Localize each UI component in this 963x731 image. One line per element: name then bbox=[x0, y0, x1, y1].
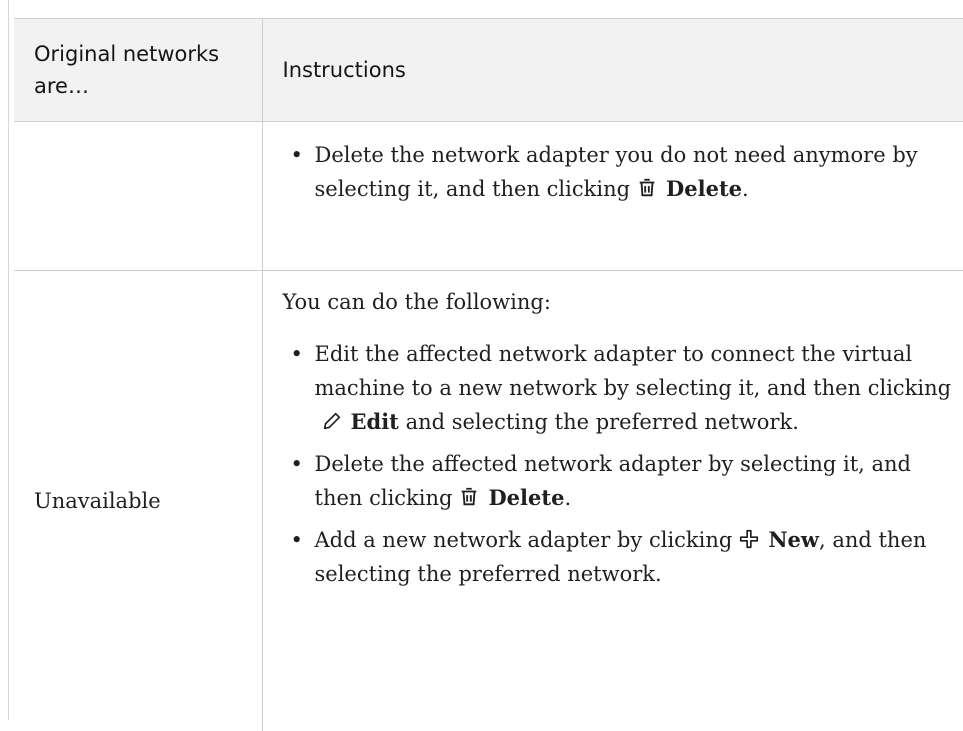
row1-instructions-cell: Delete the network adapter you do not ne… bbox=[262, 122, 963, 271]
trash-icon bbox=[636, 177, 658, 199]
list-item: Delete the network adapter you do not ne… bbox=[283, 138, 963, 206]
bullet-text: Delete the network adapter you do not ne… bbox=[315, 143, 918, 201]
instructions-table: Original networks are… Instructions Dele… bbox=[14, 18, 963, 731]
plus-icon bbox=[738, 528, 760, 550]
bullet-text-after: . bbox=[564, 486, 571, 510]
table-row: Delete the network adapter you do not ne… bbox=[14, 122, 963, 271]
row2-lead-text: You can do the following: bbox=[283, 285, 963, 319]
table-row: Unavailable You can do the following: Ed… bbox=[14, 271, 963, 731]
delete-label: Delete bbox=[666, 176, 742, 201]
list-item: Delete the affected network adapter by s… bbox=[283, 447, 963, 515]
edit-label: Edit bbox=[351, 409, 399, 434]
bullet-text: Edit the affected network adapter to con… bbox=[315, 342, 952, 400]
row2-instructions-cell: You can do the following: Edit the affec… bbox=[262, 271, 963, 731]
row1-status-cell bbox=[14, 122, 262, 271]
trash-icon bbox=[458, 486, 480, 508]
list-item: Edit the affected network adapter to con… bbox=[283, 337, 963, 439]
row1-bullet-list: Delete the network adapter you do not ne… bbox=[283, 138, 963, 206]
bullet-text: Delete the affected network adapter by s… bbox=[315, 452, 911, 510]
bullet-text-after: and selecting the preferred network. bbox=[406, 410, 799, 434]
row2-status-cell: Unavailable bbox=[14, 271, 262, 731]
table-header-row: Original networks are… Instructions bbox=[14, 19, 963, 122]
list-item: Add a new network adapter by clicking New… bbox=[283, 523, 963, 591]
bullet-text-after: . bbox=[742, 177, 749, 201]
header-instructions: Instructions bbox=[262, 19, 963, 122]
delete-label: Delete bbox=[488, 485, 564, 510]
bullet-text: Add a new network adapter by clicking bbox=[315, 528, 733, 552]
pencil-icon bbox=[321, 410, 343, 432]
page-left-rule bbox=[8, 0, 9, 720]
row2-bullet-list: Edit the affected network adapter to con… bbox=[283, 337, 963, 591]
header-original-networks: Original networks are… bbox=[14, 19, 262, 122]
new-label: New bbox=[768, 527, 819, 552]
